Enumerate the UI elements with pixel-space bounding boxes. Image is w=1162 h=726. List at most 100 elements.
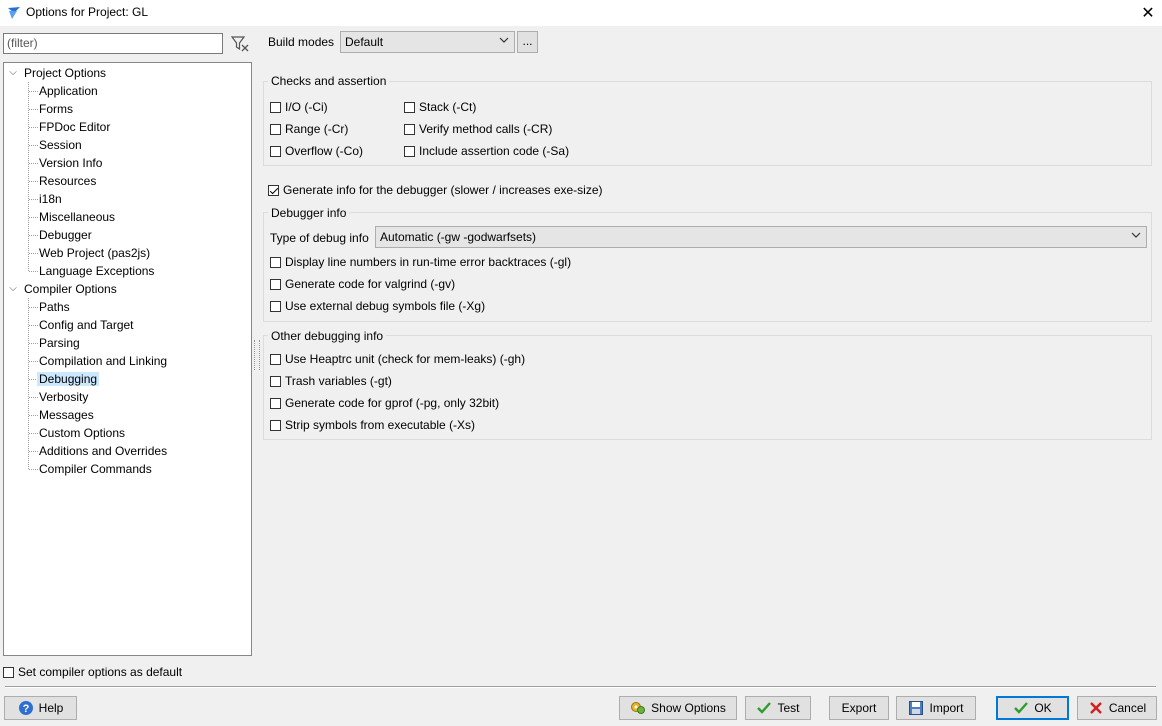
title-bar <box>0 0 1162 26</box>
tree-item-project-options[interactable]: Project Options <box>24 64 106 82</box>
trash-variables-checkbox[interactable]: Trash variables (-gt) <box>270 374 392 388</box>
tree-item-label: Additions and Overrides <box>39 444 168 458</box>
chevron-down-icon <box>499 37 509 43</box>
tree-item-label: Parsing <box>39 336 80 350</box>
tree-item-label: FPDoc Editor <box>39 120 111 134</box>
splitter-handle[interactable] <box>254 340 260 370</box>
checkbox-box <box>270 123 281 135</box>
check-icon <box>757 702 772 714</box>
close-button[interactable]: ✕ <box>1134 0 1162 26</box>
import-button[interactable]: Import <box>896 696 976 720</box>
export-label: Export <box>841 701 877 715</box>
export-button[interactable]: Export <box>829 696 889 720</box>
checkbox-box <box>270 256 281 268</box>
tree-item[interactable]: Session <box>39 136 82 154</box>
chevron-down-icon[interactable]: ⌵ <box>8 68 18 78</box>
chevron-down-icon <box>1131 232 1141 238</box>
tree-item[interactable]: Config and Target <box>39 316 134 334</box>
filter-clear-icon <box>231 35 249 51</box>
help-label: Help <box>38 701 64 715</box>
checkbox-box <box>270 353 281 365</box>
tree-item[interactable]: Miscellaneous <box>39 208 115 226</box>
tree-item-label: Debugger <box>39 228 92 242</box>
cancel-button[interactable]: Cancel <box>1077 696 1157 720</box>
strip-symbols-checkbox[interactable]: Strip symbols from executable (-Xs) <box>270 418 475 432</box>
tree-item-label: Debugging <box>37 372 100 386</box>
tree-item-label: Config and Target <box>39 318 134 332</box>
ok-label: OK <box>1034 701 1052 715</box>
cancel-label: Cancel <box>1108 701 1147 715</box>
heaptrc-label: Use Heaptrc unit (check for mem-leaks) (… <box>285 352 526 366</box>
tree-item[interactable]: Version Info <box>39 154 102 172</box>
verify-method-calls-label: Verify method calls (-CR) <box>419 122 553 136</box>
stack-checkbox[interactable]: Stack (-Ct) <box>404 100 476 114</box>
generate-debug-info-checkbox[interactable]: Generate info for the debugger (slower /… <box>268 183 603 197</box>
tree-item[interactable]: Language Exceptions <box>39 262 154 280</box>
tree-item[interactable]: Application <box>39 82 98 100</box>
tree-item[interactable]: Debugger <box>39 226 92 244</box>
tree-item-label: Paths <box>39 300 70 314</box>
tree-item-label: Compilation and Linking <box>39 354 168 368</box>
chevron-down-icon[interactable]: ⌵ <box>8 284 18 294</box>
help-button[interactable]: ? Help <box>4 696 77 720</box>
tree-guide-line <box>29 199 38 200</box>
tree-item-compiler-options[interactable]: Compiler Options <box>24 280 117 298</box>
clear-filter-button[interactable] <box>229 33 251 54</box>
debug-info-type-select[interactable]: Automatic (-gw -godwarfsets) <box>375 226 1147 248</box>
ok-button[interactable]: OK <box>996 696 1069 720</box>
tree-item[interactable]: Resources <box>39 172 96 190</box>
tree-guide-line <box>29 451 38 452</box>
tree-item-label: Application <box>39 84 98 98</box>
heaptrc-checkbox[interactable]: Use Heaptrc unit (check for mem-leaks) (… <box>270 352 525 366</box>
tree-item[interactable]: Verbosity <box>39 388 88 406</box>
gprof-checkbox[interactable]: Generate code for gprof (-pg, only 32bit… <box>270 396 499 410</box>
tree-item[interactable]: Additions and Overrides <box>39 442 167 460</box>
test-button[interactable]: Test <box>745 696 811 720</box>
assertion-checkbox[interactable]: Include assertion code (-Sa) <box>404 144 569 158</box>
show-options-button[interactable]: Show Options <box>619 696 737 720</box>
verify-method-calls-checkbox[interactable]: Verify method calls (-CR) <box>404 122 552 136</box>
build-modes-select[interactable]: Default <box>340 31 515 53</box>
tree-item[interactable]: Debugging <box>37 370 100 388</box>
tree-item[interactable]: Forms <box>39 100 73 118</box>
close-icon: ✕ <box>1141 5 1155 22</box>
tree-guide-line <box>29 307 38 308</box>
tree-guide-line <box>29 271 38 272</box>
tree-item[interactable]: Compiler Commands <box>39 460 152 478</box>
tree-guide-line <box>28 82 29 271</box>
show-options-icon <box>631 702 646 714</box>
set-default-checkbox[interactable]: Set compiler options as default <box>3 665 182 679</box>
options-tree[interactable]: ⌵ Project Options Application Forms FPDoc Ed… <box>3 62 252 656</box>
tree-item[interactable]: Paths <box>39 298 70 316</box>
tree-item[interactable]: Custom Options <box>39 424 125 442</box>
line-numbers-checkbox[interactable]: Display line numbers in run-time error b… <box>270 255 571 269</box>
tree-item[interactable]: i18n <box>39 190 62 208</box>
external-symbols-checkbox[interactable]: Use external debug symbols file (-Xg) <box>270 299 485 313</box>
tree-guide-line <box>28 298 29 469</box>
tree-item-label: Messages <box>39 408 94 422</box>
checkbox-box <box>270 419 281 431</box>
tree-item[interactable]: FPDoc Editor <box>39 118 110 136</box>
tree-guide-line <box>29 145 38 146</box>
tree-guide-line <box>29 433 38 434</box>
line-numbers-label: Display line numbers in run-time error b… <box>285 255 572 269</box>
valgrind-checkbox[interactable]: Generate code for valgrind (-gv) <box>270 277 455 291</box>
external-symbols-label: Use external debug symbols file (-Xg) <box>285 299 486 313</box>
range-checkbox[interactable]: Range (-Cr) <box>270 122 348 136</box>
valgrind-label: Generate code for valgrind (-gv) <box>285 277 456 291</box>
tree-item[interactable]: Web Project (pas2js) <box>39 244 150 262</box>
io-checkbox[interactable]: I/O (-Ci) <box>270 100 328 114</box>
svg-text:?: ? <box>22 703 29 715</box>
tree-item-label: Resources <box>39 174 97 188</box>
overflow-checkbox[interactable]: Overflow (-Co) <box>270 144 363 158</box>
window-title: Options for Project: GL <box>26 5 149 19</box>
tree-item[interactable]: Parsing <box>39 334 80 352</box>
gprof-label: Generate code for gprof (-pg, only 32bit… <box>285 396 500 410</box>
overflow-label: Overflow (-Co) <box>285 144 364 158</box>
tree-item-label: Forms <box>39 102 73 116</box>
build-modes-more-button[interactable]: ... <box>517 31 538 53</box>
filter-input[interactable]: (filter) <box>3 33 223 54</box>
tree-item[interactable]: Compilation and Linking <box>39 352 167 370</box>
checkbox-box <box>268 184 279 196</box>
tree-item[interactable]: Messages <box>39 406 94 424</box>
